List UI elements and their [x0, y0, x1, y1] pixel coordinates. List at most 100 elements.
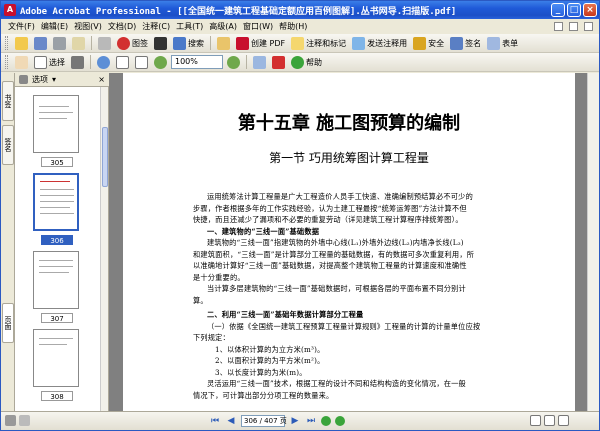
panel-toggle-icon[interactable]	[19, 415, 30, 426]
create-pdf-button[interactable]: 创建 PDF	[234, 35, 287, 51]
tab-bookmarks[interactable]: 书签	[2, 81, 14, 121]
page-number-field[interactable]: 306 / 407 页	[241, 415, 287, 427]
title-bar[interactable]: A Adobe Acrobat Professional - [[全国统一建筑工…	[1, 1, 599, 19]
thumbnail-page[interactable]	[33, 329, 79, 387]
doc-close-icon[interactable]	[584, 22, 593, 31]
document-view[interactable]: 第十五章 施工图预算的编制 第一节 巧用统筹图计算工程量 运用统筹法计算工程量是…	[109, 73, 589, 411]
thumbnail-page-number: 306	[41, 235, 73, 245]
thumb-text-line	[40, 213, 74, 214]
menu-view[interactable]: 视图(V)	[71, 21, 105, 32]
menu-help[interactable]: 帮助(H)	[276, 21, 310, 32]
print-button[interactable]	[51, 35, 68, 51]
body-line: 是十分重要的。	[193, 272, 245, 282]
thumbnail-scrollbar[interactable]	[100, 87, 108, 411]
body-line: 建筑物的“三线一面”指建筑物的外墙中心线(L₁)外墙外边线(L₂)内墙净长线(L…	[207, 238, 464, 247]
chevron-down-icon[interactable]: ▾	[52, 75, 56, 84]
page-view-button[interactable]	[114, 54, 131, 70]
zoom-in-button[interactable]	[225, 54, 242, 70]
save-button[interactable]	[32, 35, 49, 51]
create-pdf-label: 创建 PDF	[251, 38, 286, 48]
next-page-button[interactable]: ▶	[289, 415, 301, 427]
maximize-button[interactable]: □	[567, 3, 581, 17]
close-panel-icon[interactable]: ×	[98, 75, 105, 84]
tab-signatures[interactable]: 签名	[2, 125, 14, 165]
thumbnail-list[interactable]: 305 306 307 308	[15, 87, 101, 411]
select-tool-button[interactable]: 选择	[32, 54, 67, 70]
page-layout-icon[interactable]	[5, 415, 16, 426]
minimize-button[interactable]: _	[551, 3, 565, 17]
thumbnail-page[interactable]	[33, 95, 79, 153]
thumb-text-line	[40, 201, 74, 202]
yahoo-icon	[272, 55, 285, 69]
scrollbar-thumb[interactable]	[102, 127, 108, 187]
single-page-icon[interactable]	[530, 415, 541, 426]
binoculars-button[interactable]	[152, 35, 169, 51]
search-button[interactable]: 搜索	[171, 35, 206, 51]
menu-comments[interactable]: 注释(C)	[139, 21, 173, 32]
document-scrollbar[interactable]	[587, 73, 599, 411]
rotate-icon	[253, 55, 266, 69]
hand-icon	[15, 55, 28, 69]
binoculars-icon	[154, 36, 167, 50]
menu-document[interactable]: 文档(D)	[105, 21, 139, 32]
help-button[interactable]: 帮助	[289, 54, 324, 70]
hand-tool-button[interactable]	[13, 54, 30, 70]
pages-panel: 选项 ▾ × 305 306 307 308	[15, 73, 109, 411]
sign-label: 签名	[465, 38, 482, 48]
organize-button[interactable]	[96, 35, 113, 51]
select-text-icon	[34, 55, 47, 69]
fit-page-button[interactable]	[133, 54, 150, 70]
menu-edit[interactable]: 编辑(E)	[38, 21, 71, 32]
window-controls: _ □ ×	[551, 3, 597, 17]
open-button[interactable]	[13, 35, 30, 51]
stop-button[interactable]: 图签	[115, 35, 150, 51]
close-button[interactable]: ×	[583, 3, 597, 17]
menu-file[interactable]: 文件(F)	[5, 21, 38, 32]
forms-button[interactable]: 表单	[485, 35, 520, 51]
pen-icon	[450, 36, 464, 50]
rotate-button[interactable]	[251, 54, 268, 70]
section-title: 第一节 巧用统筹图计算工程量	[269, 151, 429, 165]
zoom-out-button[interactable]	[152, 54, 169, 70]
facing-icon[interactable]	[558, 415, 569, 426]
last-page-button[interactable]: ⏭	[305, 415, 317, 427]
tab-pages[interactable]: 页面	[2, 303, 14, 343]
options-menu[interactable]: 选项	[32, 74, 48, 85]
minus-icon	[154, 55, 167, 69]
zoom-tool-button[interactable]	[95, 54, 112, 70]
send-review-button[interactable]: 发送注释用	[350, 35, 409, 51]
yahoo-button[interactable]	[270, 54, 287, 70]
email-button[interactable]	[70, 35, 87, 51]
delete-page-icon[interactable]	[19, 75, 28, 84]
thumbnail-page[interactable]	[33, 251, 79, 309]
search-label: 搜索	[188, 38, 204, 48]
next-view-icon[interactable]	[335, 416, 345, 426]
previous-page-button[interactable]: ◀	[225, 415, 237, 427]
toolbar-grip[interactable]	[5, 55, 8, 69]
doc-restore-icon[interactable]	[569, 22, 578, 31]
sign-button[interactable]: 签名	[448, 35, 483, 51]
thumb-text-line	[40, 207, 70, 208]
hand-button[interactable]	[215, 35, 232, 51]
secure-button[interactable]: 安全	[411, 35, 446, 51]
page-navigation: ⏮ ◀ 306 / 407 页 ▶ ⏭	[209, 415, 345, 427]
continuous-icon[interactable]	[544, 415, 555, 426]
first-page-button[interactable]: ⏮	[209, 415, 221, 427]
menu-tools[interactable]: 工具(T)	[173, 21, 206, 32]
lock-icon	[413, 36, 427, 50]
menu-advanced[interactable]: 高级(A)	[206, 21, 240, 32]
menu-window[interactable]: 窗口(W)	[240, 21, 276, 32]
thumb-text-line	[40, 195, 74, 196]
doc-minimize-icon[interactable]	[554, 22, 563, 31]
text-icon	[217, 36, 230, 50]
pages-panel-header: 选项 ▾ ×	[15, 73, 109, 87]
thumb-text-line	[39, 338, 73, 339]
thumbnail-page-selected[interactable]	[33, 173, 79, 231]
previous-view-icon[interactable]	[321, 416, 331, 426]
thumb-text-line	[39, 118, 67, 119]
comment-markup-button[interactable]: 注释和标记	[289, 35, 348, 51]
snapshot-button[interactable]	[69, 54, 86, 70]
zoom-level-field[interactable]: 100%	[171, 55, 223, 69]
toolbar-grip[interactable]	[5, 36, 8, 50]
zoom-icon	[97, 55, 110, 69]
